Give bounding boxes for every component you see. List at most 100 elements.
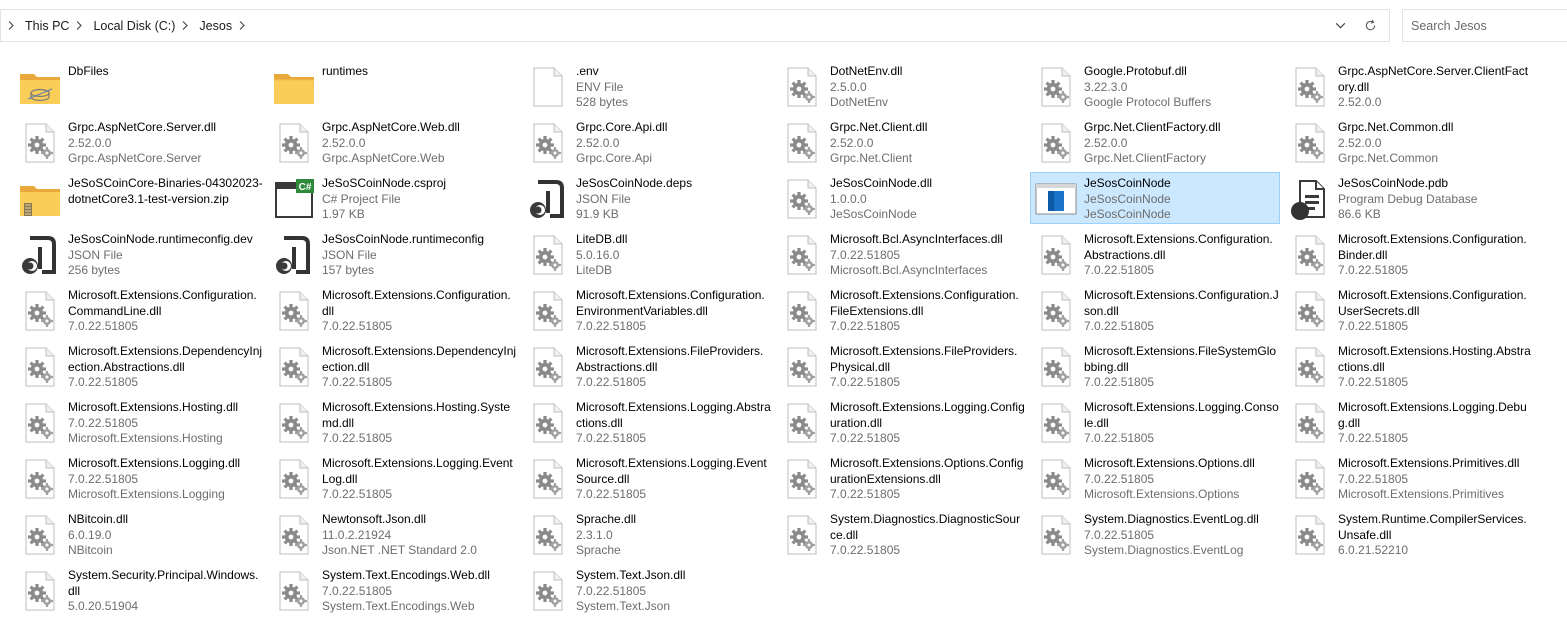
file-details: Microsoft.Extensions.Logging.dll 7.0.22.5… <box>65 455 263 503</box>
chevron-right-icon[interactable] <box>179 21 195 30</box>
file-item[interactable]: Microsoft.Extensions.Logging.Configurati… <box>776 396 1026 448</box>
file-item[interactable]: System.Diagnostics.EventLog.dll 7.0.22.51… <box>1030 508 1280 560</box>
file-item[interactable]: Grpc.Net.ClientFactory.dll 2.52.0.0 Grpc.N… <box>1030 116 1280 168</box>
file-item[interactable]: JeSosCoinNode.deps JSON File 91.9 KB <box>522 172 772 224</box>
dll-gear-icon <box>523 343 573 391</box>
file-item[interactable]: Microsoft.Extensions.Logging.Console.dll… <box>1030 396 1280 448</box>
file-item[interactable]: Microsoft.Extensions.FileProviders.Physi… <box>776 340 1026 392</box>
file-name: JeSosCoinNode.runtimeconfig <box>322 232 485 246</box>
file-detail-line: 7.0.22.51805 <box>68 319 139 333</box>
file-item[interactable]: Grpc.Core.Api.dll 2.52.0.0 Grpc.Core.Api <box>522 116 772 168</box>
file-item[interactable]: System.Text.Json.dll 7.0.22.51805 System.T… <box>522 564 772 616</box>
file-name: .env <box>576 64 599 78</box>
file-item[interactable]: Microsoft.Extensions.Primitives.dll 7.0.2… <box>1284 452 1534 504</box>
file-detail-line: 7.0.22.51805 <box>830 487 901 501</box>
json-file-icon <box>269 231 319 279</box>
file-item[interactable]: JeSosCoinNode.runtimeconfig.dev JSON File… <box>14 228 264 280</box>
file-item[interactable]: Microsoft.Extensions.FileSystemGlobbing.… <box>1030 340 1280 392</box>
search-input[interactable] <box>1411 18 1561 33</box>
file-details: JeSosCoinNode JeSosCoinNode JeSosCoinNode <box>1081 175 1279 223</box>
breadcrumb-local-disk[interactable]: Local Disk (C:) <box>89 15 179 37</box>
file-item[interactable]: System.Text.Encodings.Web.dll 7.0.22.5180… <box>268 564 518 616</box>
file-item[interactable]: Microsoft.Extensions.Hosting.Systemd.dll… <box>268 396 518 448</box>
file-item[interactable]: Microsoft.Extensions.Configuration.Json.… <box>1030 284 1280 336</box>
file-detail-line: Grpc.Net.Common <box>1338 151 1439 165</box>
file-item[interactable]: Microsoft.Extensions.Hosting.dll 7.0.22.5… <box>14 396 264 448</box>
file-item[interactable]: JeSosCoinNode JeSosCoinNode JeSosCoinNode <box>1030 172 1280 224</box>
dll-gear-icon <box>523 399 573 447</box>
file-item[interactable]: C# JeSoSCoinNode.csproj C# Project File 1.9… <box>268 172 518 224</box>
file-details: NBitcoin.dll 6.0.19.0 NBitcoin <box>65 511 263 559</box>
file-item[interactable]: NBitcoin.dll 6.0.19.0 NBitcoin <box>14 508 264 560</box>
file-item[interactable]: DbFiles <box>14 60 264 112</box>
file-details: Microsoft.Extensions.Primitives.dll 7.0.2… <box>1335 455 1533 503</box>
address-bar[interactable]: This PC Local Disk (C:) Jesos <box>0 9 1390 42</box>
file-item[interactable]: Grpc.AspNetCore.Server.dll 2.52.0.0 Grpc.A… <box>14 116 264 168</box>
file-item[interactable]: Microsoft.Extensions.FileProviders.Abstr… <box>522 340 772 392</box>
file-item[interactable]: Grpc.AspNetCore.Server.ClientFactory.dll… <box>1284 60 1534 112</box>
chevron-right-icon[interactable] <box>236 21 252 30</box>
file-item[interactable]: Sprache.dll 2.3.1.0 Sprache <box>522 508 772 560</box>
file-detail-line: Grpc.Net.Client <box>830 151 913 165</box>
file-item[interactable]: Microsoft.Bcl.AsyncInterfaces.dll 7.0.22.… <box>776 228 1026 280</box>
file-item[interactable]: .env ENV File 528 bytes <box>522 60 772 112</box>
breadcrumb-this-pc[interactable]: This PC <box>21 15 73 37</box>
file-name: Microsoft.Extensions.Primitives.dll <box>1338 456 1520 470</box>
file-name: Grpc.Net.Client.dll <box>830 120 928 134</box>
file-item[interactable]: JeSosCoinNode.dll 1.0.0.0 JeSosCoinNode <box>776 172 1026 224</box>
file-item[interactable]: Grpc.Net.Client.dll 2.52.0.0 Grpc.Net.Clie… <box>776 116 1026 168</box>
file-item[interactable]: Microsoft.Extensions.DependencyInjection… <box>14 340 264 392</box>
file-detail-line: 528 bytes <box>576 95 629 109</box>
file-item[interactable]: Microsoft.Extensions.Configuration.UserS… <box>1284 284 1534 336</box>
file-item[interactable]: Microsoft.Extensions.Logging.dll 7.0.22.5… <box>14 452 264 504</box>
file-item[interactable]: Microsoft.Extensions.Logging.EventLog.dl… <box>268 452 518 504</box>
file-item[interactable]: JeSoSCoinCore-Binaries-04302023-dotnetCo… <box>14 172 264 224</box>
file-item[interactable]: DotNetEnv.dll 2.5.0.0 DotNetEnv <box>776 60 1026 112</box>
file-item[interactable]: System.Diagnostics.DiagnosticSource.dll 7… <box>776 508 1026 560</box>
file-item[interactable]: Microsoft.Extensions.Configuration.dll 7.… <box>268 284 518 336</box>
file-item[interactable]: Microsoft.Extensions.Configuration.Abstr… <box>1030 228 1280 280</box>
file-details: System.Security.Principal.Windows.dll 5.0… <box>65 567 263 615</box>
file-item[interactable]: Google.Protobuf.dll 3.22.3.0 Google Protoc… <box>1030 60 1280 112</box>
file-item[interactable]: Microsoft.Extensions.Logging.Abstraction… <box>522 396 772 448</box>
file-details: JeSosCoinNode.deps JSON File 91.9 KB <box>573 175 771 223</box>
file-item[interactable]: LiteDB.dll 5.0.16.0 LiteDB <box>522 228 772 280</box>
chevron-right-icon[interactable] <box>73 21 89 30</box>
file-item[interactable]: runtimes <box>268 60 518 112</box>
file-details: Microsoft.Extensions.Hosting.dll 7.0.22.5… <box>65 399 263 447</box>
file-item[interactable]: Grpc.Net.Common.dll 2.52.0.0 Grpc.Net.Comm… <box>1284 116 1534 168</box>
file-item[interactable]: Microsoft.Extensions.Configuration.FileE… <box>776 284 1026 336</box>
file-detail-line: JeSosCoinNode <box>830 207 917 221</box>
file-detail-line: Microsoft.Extensions.Logging <box>68 487 225 501</box>
file-name: System.Security.Principal.Windows.dll <box>68 568 259 598</box>
file-detail-line: 7.0.22.51805 <box>322 319 393 333</box>
file-item[interactable]: System.Security.Principal.Windows.dll 5.0… <box>14 564 264 616</box>
file-details: Microsoft.Extensions.Configuration.Json.… <box>1081 287 1279 335</box>
file-item[interactable]: Microsoft.Extensions.Options.dll 7.0.22.5… <box>1030 452 1280 504</box>
file-item[interactable]: Microsoft.Extensions.DependencyInjection… <box>268 340 518 392</box>
chevron-down-icon[interactable] <box>1325 11 1355 41</box>
refresh-icon[interactable] <box>1355 11 1385 41</box>
file-item[interactable]: Microsoft.Extensions.Configuration.Binde… <box>1284 228 1534 280</box>
file-item[interactable]: Microsoft.Extensions.Options.Configurati… <box>776 452 1026 504</box>
dll-gear-icon <box>777 63 827 111</box>
file-item[interactable]: Newtonsoft.Json.dll 11.0.2.21924 Json.NET … <box>268 508 518 560</box>
file-item[interactable]: Microsoft.Extensions.Configuration.Envir… <box>522 284 772 336</box>
file-item[interactable]: JeSosCoinNode.runtimeconfig JSON File 157 … <box>268 228 518 280</box>
chevron-right-icon[interactable] <box>5 21 21 30</box>
file-item[interactable]: System.Runtime.CompilerServices.Unsafe.d… <box>1284 508 1534 560</box>
file-item[interactable]: Microsoft.Extensions.Hosting.Abstraction… <box>1284 340 1534 392</box>
file-details: Sprache.dll 2.3.1.0 Sprache <box>573 511 771 559</box>
breadcrumb-jesos[interactable]: Jesos <box>195 15 236 37</box>
file-detail-line: 1.0.0.0 <box>830 191 867 206</box>
file-detail-line: 7.0.22.51805 <box>1084 375 1155 389</box>
file-item[interactable]: JeSosCoinNode.pdb Program Debug Database 8… <box>1284 172 1534 224</box>
file-details: Microsoft.Extensions.Logging.EventSource… <box>573 455 771 503</box>
file-detail-line: 7.0.22.51805 <box>830 543 901 557</box>
file-item[interactable]: Microsoft.Extensions.Logging.Debug.dll 7.… <box>1284 396 1534 448</box>
file-item[interactable]: Microsoft.Extensions.Logging.EventSource… <box>522 452 772 504</box>
search-box[interactable] <box>1402 9 1567 42</box>
file-item[interactable]: Microsoft.Extensions.Configuration.Comma… <box>14 284 264 336</box>
file-name: Microsoft.Extensions.Configuration.Json.… <box>1084 288 1279 318</box>
file-item[interactable]: Grpc.AspNetCore.Web.dll 2.52.0.0 Grpc.AspN… <box>268 116 518 168</box>
